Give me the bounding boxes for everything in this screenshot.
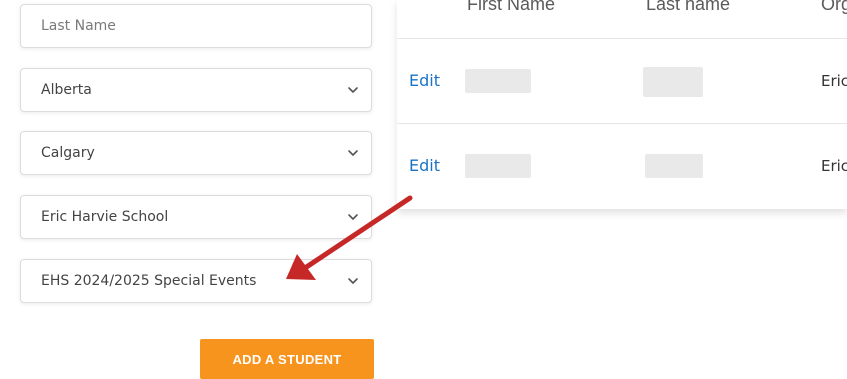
add-student-button[interactable]: ADD A STUDENT <box>200 339 374 379</box>
header-last-name[interactable]: Last name <box>646 0 730 15</box>
province-select[interactable]: Alberta <box>20 68 372 112</box>
school-value: Eric Harvie School <box>41 209 169 225</box>
org-cell: Eric <box>821 157 847 175</box>
redacted-last-name <box>643 67 703 97</box>
province-value: Alberta <box>41 82 92 98</box>
table-row: Edit Eric <box>397 39 847 124</box>
city-value: Calgary <box>41 145 95 161</box>
edit-link[interactable]: Edit <box>409 71 440 90</box>
redacted-first-name <box>465 69 531 93</box>
table-header: First Name Last name Org <box>397 0 847 39</box>
header-org[interactable]: Org <box>821 0 847 15</box>
table-row: Edit Eric <box>397 124 847 208</box>
edit-link[interactable]: Edit <box>409 156 440 175</box>
org-cell: Eric <box>821 72 847 90</box>
chevron-down-icon <box>348 214 358 220</box>
last-name-placeholder: Last Name <box>41 18 116 34</box>
chevron-down-icon <box>348 278 358 284</box>
header-first-name[interactable]: First Name <box>467 0 555 15</box>
city-select[interactable]: Calgary <box>20 131 372 175</box>
redacted-last-name <box>645 154 703 178</box>
last-name-input[interactable]: Last Name <box>20 4 372 48</box>
program-value: EHS 2024/2025 Special Events <box>41 273 257 289</box>
chevron-down-icon <box>348 150 358 156</box>
chevron-down-icon <box>348 87 358 93</box>
program-select[interactable]: EHS 2024/2025 Special Events <box>20 259 372 303</box>
redacted-first-name <box>465 154 531 178</box>
student-form: Last Name Alberta Calgary Eric Harvie Sc… <box>0 0 397 379</box>
students-table: First Name Last name Org Edit Eric Edit … <box>397 0 847 209</box>
school-select[interactable]: Eric Harvie School <box>20 195 372 239</box>
